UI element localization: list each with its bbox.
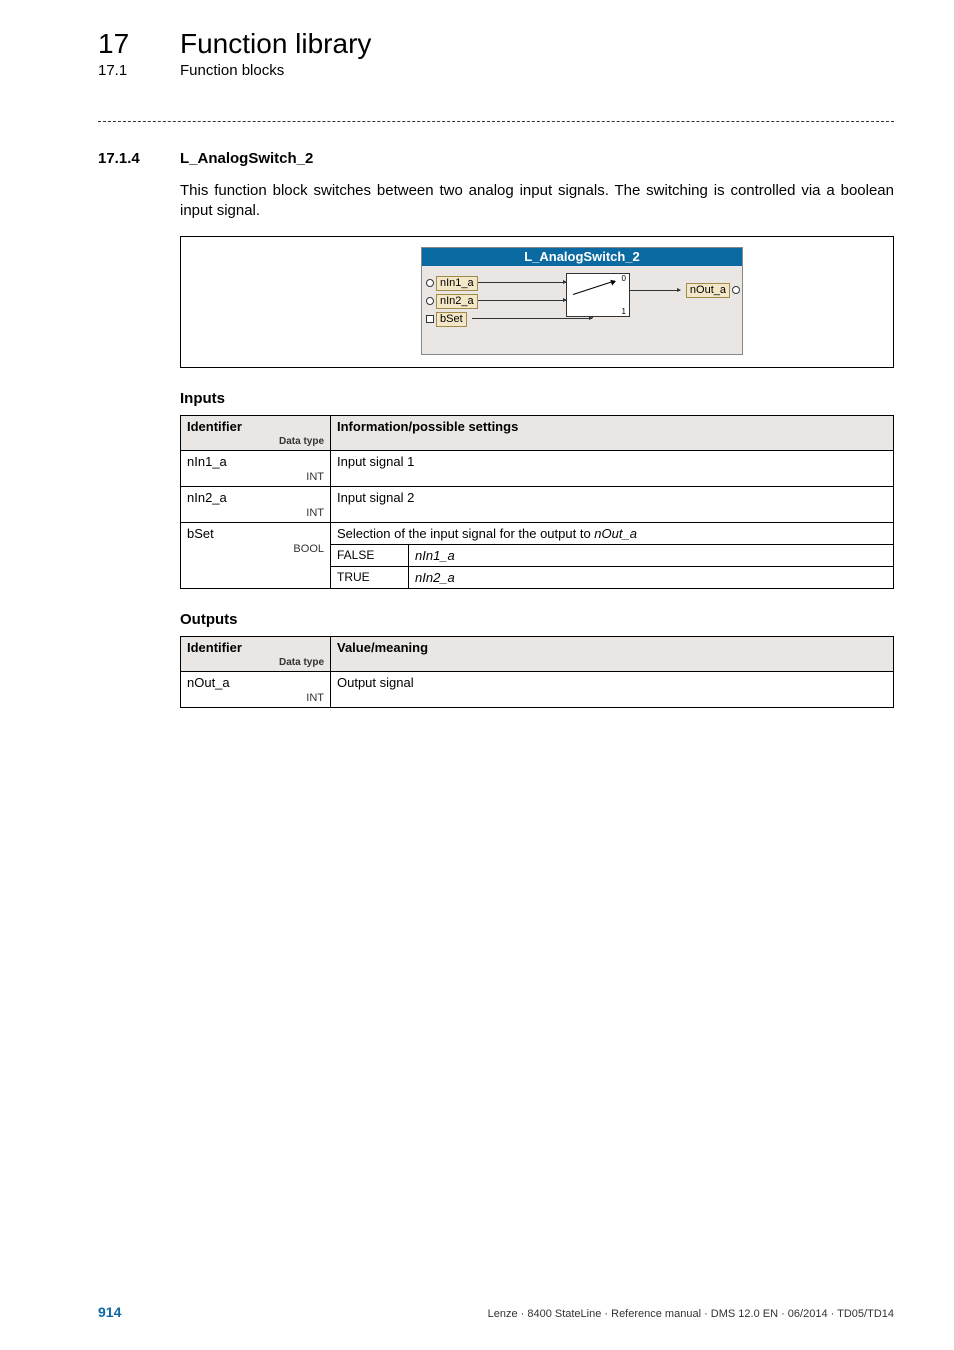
- row-name: nIn1_a: [187, 454, 227, 469]
- block-diagram: L_AnalogSwitch_2 nIn1_a nIn2_a bSet nOut…: [180, 236, 894, 368]
- col-info: Value/meaning: [331, 636, 894, 671]
- map-false-val: nIn1_a: [409, 544, 894, 566]
- switch-symbol: 0 1: [566, 273, 630, 317]
- wire: [478, 282, 566, 283]
- row-info-ital: nOut_a: [594, 526, 637, 541]
- inputs-table: Identifier Data type Information/possibl…: [180, 415, 894, 589]
- switch-arm: [573, 280, 615, 295]
- port-terminal: [426, 279, 434, 287]
- port-label-in1: nIn1_a: [436, 276, 478, 291]
- map-true-val: nIn2_a: [409, 566, 894, 588]
- inputs-heading: Inputs: [180, 390, 894, 407]
- port-terminal: [426, 297, 434, 305]
- col-identifier: Identifier: [187, 419, 242, 434]
- row-name: bSet: [187, 526, 214, 541]
- row-info: Input signal 2: [331, 486, 894, 522]
- section-title: Function blocks: [180, 62, 284, 79]
- row-info: Input signal 1: [331, 450, 894, 486]
- outputs-table: Identifier Data type Value/meaning nOut_…: [180, 636, 894, 708]
- map-false-label: FALSE: [331, 544, 409, 566]
- row-info: Selection of the input signal for the ou…: [337, 526, 594, 541]
- subsection-number: 17.1.4: [98, 150, 180, 167]
- section-number: 17.1: [98, 62, 180, 79]
- col-info: Information/possible settings: [331, 415, 894, 450]
- chapter-number: 17: [98, 28, 180, 60]
- chapter-title: Function library: [180, 28, 371, 60]
- port-terminal: [732, 286, 740, 294]
- switch-label-1: 1: [622, 307, 626, 316]
- wire: [628, 290, 680, 291]
- divider: [98, 121, 894, 122]
- subsection-title: L_AnalogSwitch_2: [180, 150, 313, 167]
- fb-title: L_AnalogSwitch_2: [422, 248, 742, 266]
- map-true-label: TRUE: [331, 566, 409, 588]
- col-datatype: Data type: [187, 657, 324, 668]
- wire: [478, 300, 566, 301]
- col-identifier: Identifier: [187, 640, 242, 655]
- port-label-out: nOut_a: [686, 283, 730, 298]
- col-datatype: Data type: [187, 436, 324, 447]
- row-name: nIn2_a: [187, 490, 227, 505]
- row-name: nOut_a: [187, 675, 230, 690]
- port-terminal: [426, 315, 434, 323]
- footer-line: Lenze · 8400 StateLine · Reference manua…: [488, 1308, 894, 1320]
- outputs-heading: Outputs: [180, 611, 894, 628]
- row-type: INT: [187, 692, 324, 704]
- port-label-bset: bSet: [436, 312, 467, 327]
- row-info: Output signal: [331, 671, 894, 707]
- page-number: 914: [98, 1304, 121, 1320]
- wire: [472, 318, 592, 319]
- intro-paragraph: This function block switches between two…: [180, 181, 894, 222]
- switch-label-0: 0: [622, 274, 626, 283]
- row-type: INT: [187, 507, 324, 519]
- row-type: INT: [187, 471, 324, 483]
- row-type: BOOL: [187, 543, 324, 555]
- port-label-in2: nIn2_a: [436, 294, 478, 309]
